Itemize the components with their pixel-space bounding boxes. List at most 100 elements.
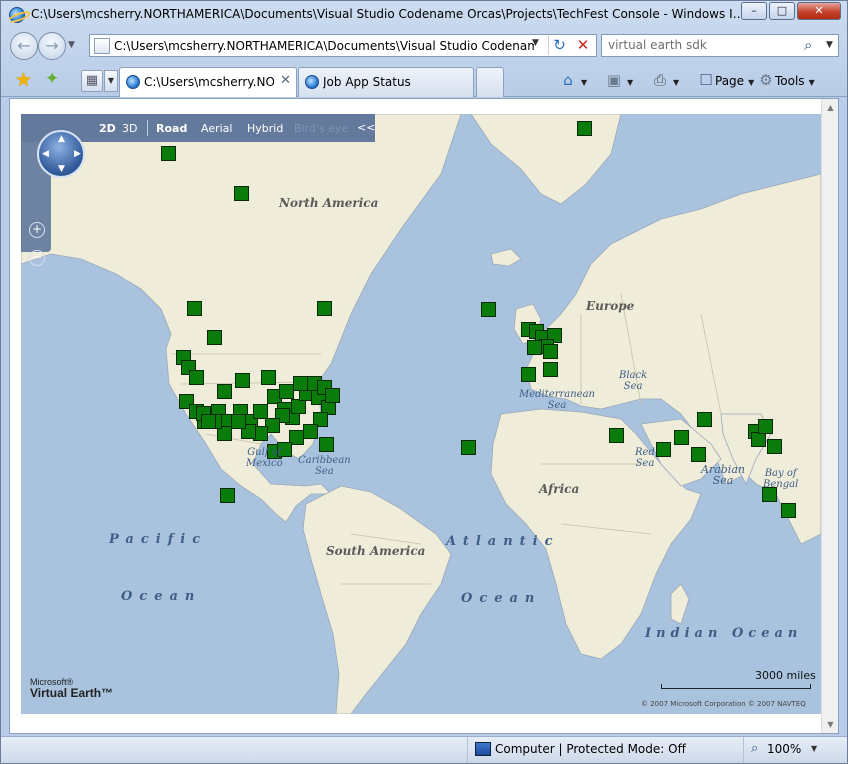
road-view-button[interactable]: Road <box>156 122 187 135</box>
location-marker[interactable] <box>767 439 782 454</box>
address-url[interactable]: C:\Users\mcsherry.NORTHAMERICA\Documents… <box>114 39 534 53</box>
location-marker[interactable] <box>317 301 332 316</box>
search-box[interactable]: ⌕ ▼ <box>601 34 839 57</box>
virtual-earth-logo: Microsoft® Virtual Earth™ <box>30 677 113 700</box>
location-marker[interactable] <box>220 488 235 503</box>
ie-page-icon <box>126 75 140 89</box>
tab-job-app-status[interactable]: Job App Status <box>298 67 474 97</box>
pan-compass-icon[interactable]: ▲ ▼ ◀ ▶ <box>37 130 85 178</box>
back-arrow-icon[interactable]: ← <box>10 32 38 60</box>
maximize-icon[interactable]: □ <box>769 2 795 20</box>
location-marker[interactable] <box>527 340 542 355</box>
search-input[interactable] <box>608 38 798 52</box>
close-tab-icon[interactable]: ✕ <box>280 73 291 88</box>
view-3d-button[interactable]: 3D <box>122 122 137 135</box>
collapse-nav-button[interactable]: << <box>357 121 375 134</box>
location-marker[interactable] <box>291 399 306 414</box>
location-marker[interactable] <box>521 367 536 382</box>
stop-icon[interactable]: ✕ <box>572 36 594 55</box>
chevron-down-icon[interactable]: ▼ <box>627 78 633 87</box>
location-marker[interactable] <box>201 414 216 429</box>
print-button[interactable]: ⎙ ▼ <box>651 70 679 92</box>
favorites-star-icon[interactable]: ★ <box>15 69 32 91</box>
virtual-earth-map[interactable]: North America South America Europe Afric… <box>21 114 821 714</box>
recent-pages-dropdown[interactable]: ▼ <box>68 40 75 50</box>
location-marker[interactable] <box>187 301 202 316</box>
location-marker[interactable] <box>319 437 334 452</box>
minimize-icon[interactable]: – <box>741 2 767 20</box>
pan-right-icon[interactable]: ▶ <box>74 149 81 159</box>
scroll-up-icon[interactable]: ▲ <box>823 99 838 116</box>
feeds-button[interactable]: ▣ ▼ <box>605 70 633 92</box>
forward-arrow-icon[interactable]: → <box>38 32 66 60</box>
location-marker[interactable] <box>758 419 773 434</box>
location-marker[interactable] <box>461 440 476 455</box>
new-tab-button[interactable] <box>476 67 504 97</box>
close-icon[interactable]: ✕ <box>797 2 841 20</box>
zoom-level[interactable]: 100% <box>767 742 801 756</box>
home-button[interactable]: ⌂ ▼ <box>559 70 587 92</box>
location-marker[interactable] <box>751 432 766 447</box>
location-marker[interactable] <box>293 376 308 391</box>
location-marker[interactable] <box>189 370 204 385</box>
location-marker[interactable] <box>656 442 671 457</box>
location-marker[interactable] <box>697 412 712 427</box>
search-icon[interactable]: ⌕ <box>804 36 812 54</box>
logo-virtual-earth: Virtual Earth™ <box>30 686 114 700</box>
tools-menu[interactable]: ⚙ Tools ▼ <box>757 70 814 92</box>
page-menu[interactable]: ☐ Page ▼ <box>697 70 754 92</box>
location-marker[interactable] <box>261 370 276 385</box>
security-zone-text[interactable]: Computer | Protected Mode: Off <box>495 742 686 756</box>
chevron-down-icon[interactable]: ▼ <box>581 78 587 87</box>
map-copyright: © 2007 Microsoft Corporation © 2007 NAVT… <box>641 700 806 708</box>
label-pacific-2: Ocean <box>121 589 202 604</box>
tab-techfest-console[interactable]: C:\Users\mcsherry.NO... ✕ <box>119 67 297 97</box>
location-marker[interactable] <box>674 430 689 445</box>
location-marker[interactable] <box>481 302 496 317</box>
location-marker[interactable] <box>217 384 232 399</box>
location-marker[interactable] <box>543 344 558 359</box>
pan-down-icon[interactable]: ▼ <box>58 164 65 174</box>
label-mediterranean-sea: Mediterranean Sea <box>519 389 595 411</box>
location-marker[interactable] <box>231 414 246 429</box>
aerial-view-button[interactable]: Aerial <box>201 122 232 135</box>
printer-icon: ⎙ <box>653 71 666 89</box>
location-marker[interactable] <box>207 330 222 345</box>
tab-list-dropdown[interactable]: ▼ <box>104 70 118 92</box>
chevron-down-icon[interactable]: ▼ <box>673 78 679 87</box>
search-options-dropdown[interactable]: ▼ <box>826 40 833 50</box>
location-marker[interactable] <box>609 428 624 443</box>
zoom-dropdown-icon[interactable]: ▼ <box>811 744 817 753</box>
scale-bar <box>661 684 811 689</box>
location-marker[interactable] <box>253 404 268 419</box>
hybrid-view-button[interactable]: Hybrid <box>247 122 283 135</box>
location-marker[interactable] <box>235 373 250 388</box>
zoom-in-icon[interactable]: + <box>29 222 45 238</box>
location-marker[interactable] <box>234 186 249 201</box>
zoom-out-icon[interactable]: − <box>29 250 45 266</box>
label-black-sea: Black Sea <box>619 370 648 392</box>
location-marker[interactable] <box>781 503 796 518</box>
quick-tabs-icon[interactable]: ▦ <box>81 70 103 92</box>
location-marker[interactable] <box>325 388 340 403</box>
location-marker[interactable] <box>577 121 592 136</box>
birds-eye-view-button[interactable]: Bird's eye <box>294 122 348 135</box>
address-bar[interactable]: C:\Users\mcsherry.NORTHAMERICA\Documents… <box>89 34 597 57</box>
pan-up-icon[interactable]: ▲ <box>58 134 65 144</box>
location-marker[interactable] <box>279 384 294 399</box>
location-marker[interactable] <box>543 362 558 377</box>
scroll-down-icon[interactable]: ▼ <box>823 716 838 733</box>
refresh-icon[interactable]: ↻ <box>548 36 570 55</box>
location-marker[interactable] <box>303 424 318 439</box>
location-marker[interactable] <box>161 146 176 161</box>
pan-left-icon[interactable]: ◀ <box>42 149 49 159</box>
add-favorite-icon[interactable]: ✦ <box>45 69 59 89</box>
computer-zone-icon <box>475 742 491 756</box>
address-toolbar: ← → ▼ C:\Users\mcsherry.NORTHAMERICA\Doc… <box>1 29 847 63</box>
address-dropdown[interactable]: ▼ <box>532 38 539 48</box>
tab-label: C:\Users\mcsherry.NO... <box>144 75 274 89</box>
location-marker[interactable] <box>691 447 706 462</box>
view-2d-button[interactable]: 2D <box>99 122 116 135</box>
chevron-down-icon: ▼ <box>748 78 755 87</box>
vertical-scrollbar[interactable]: ▲ ▼ <box>821 99 838 733</box>
